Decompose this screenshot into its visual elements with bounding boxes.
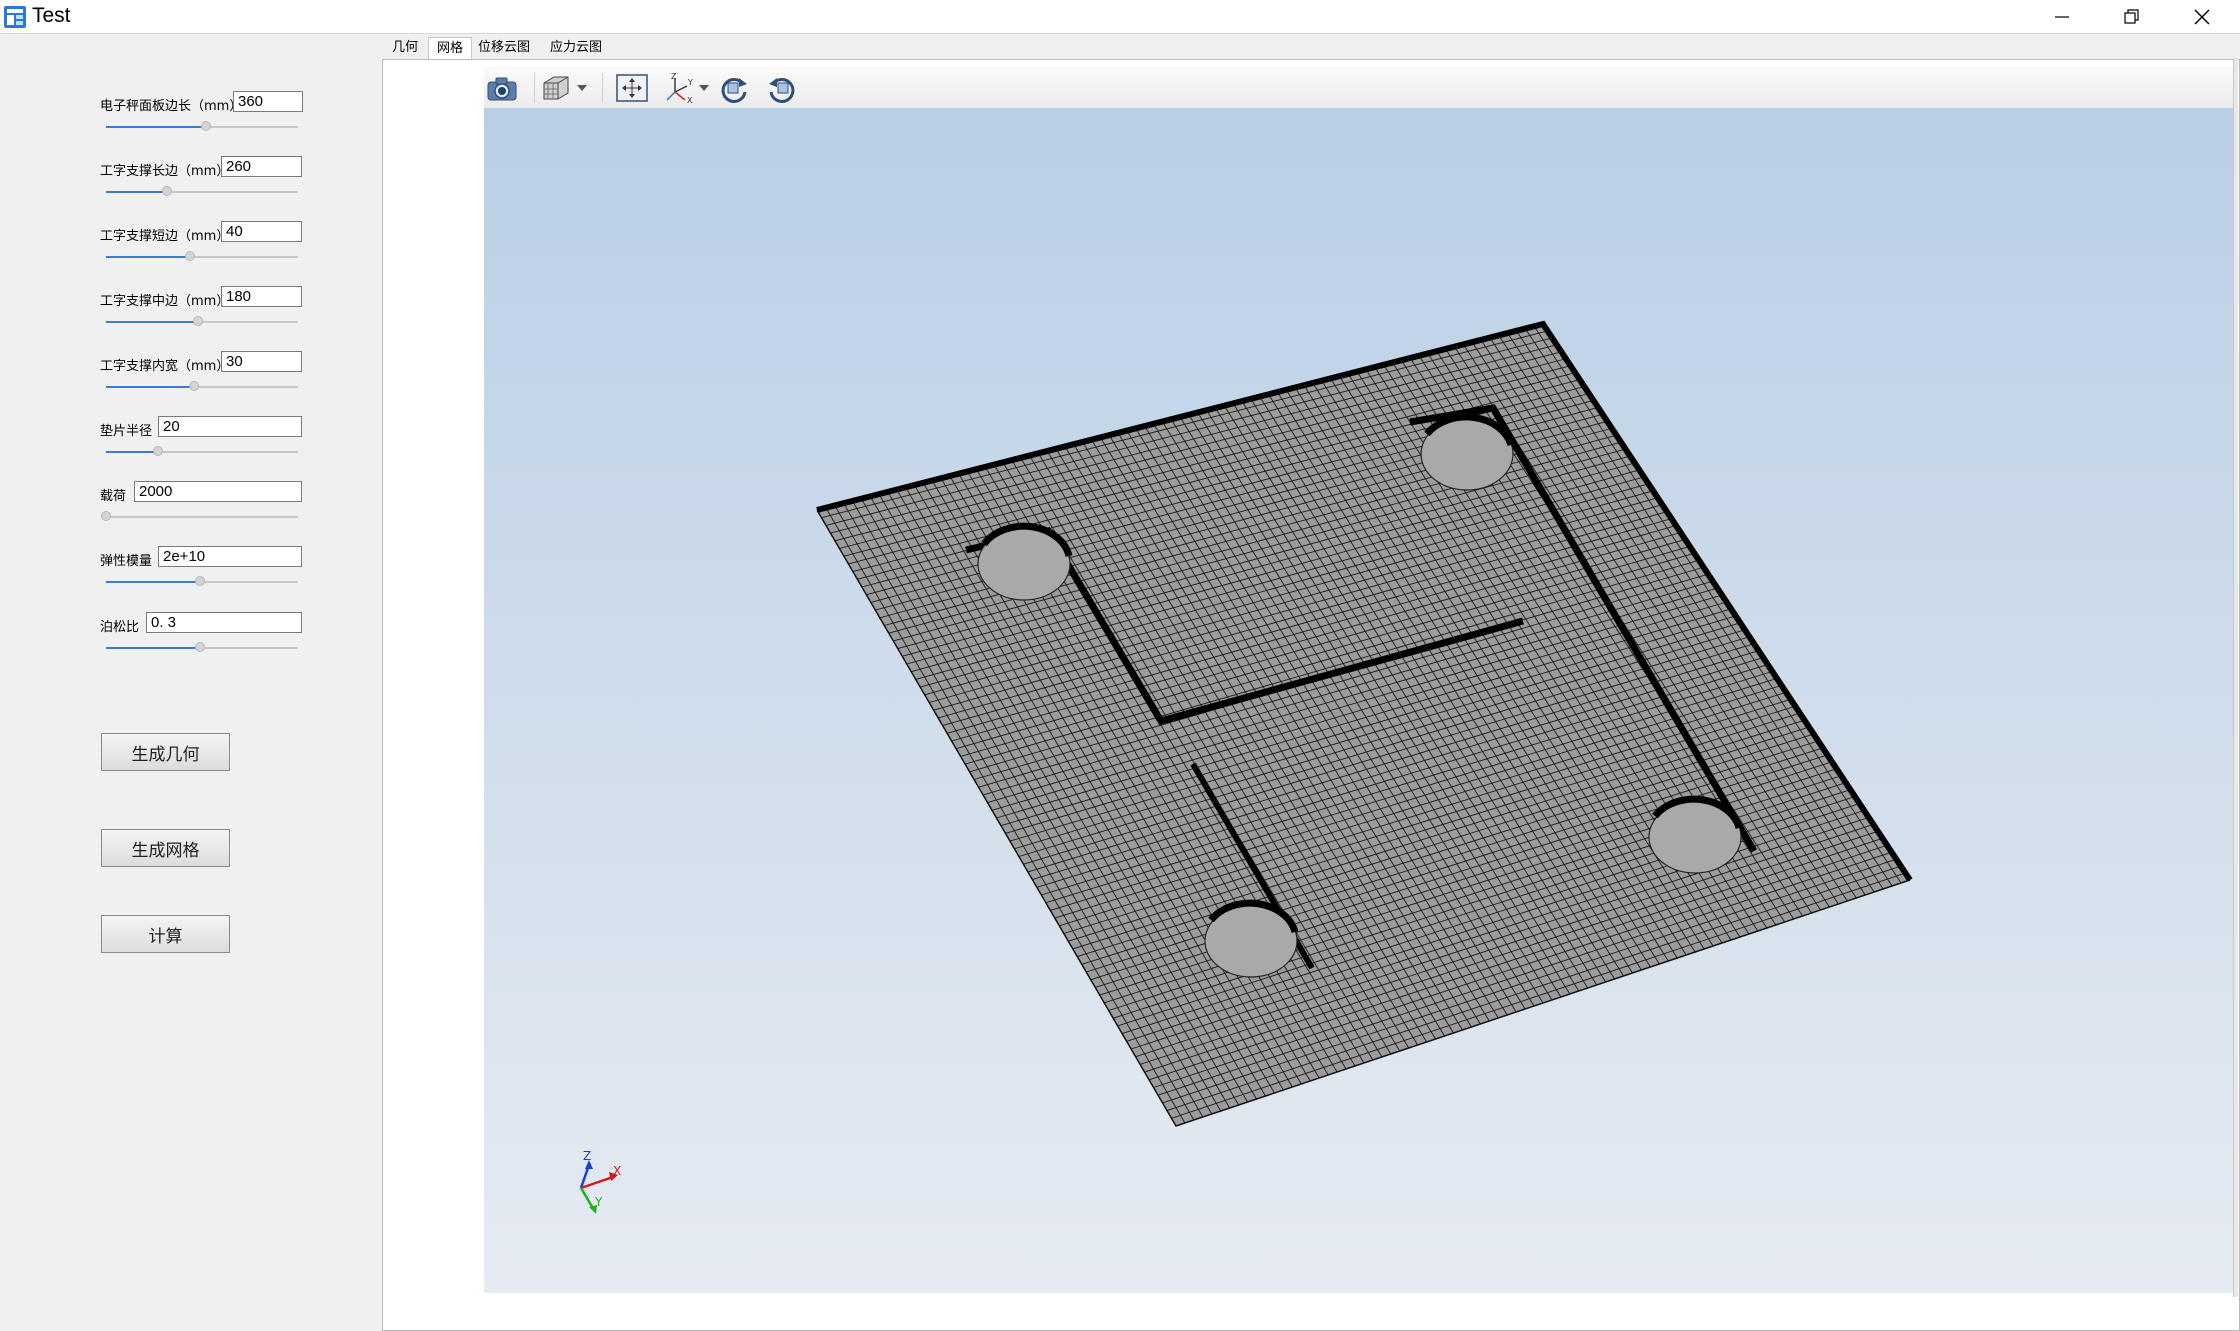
parameter-panel: 电子秤面板边长（mm） 工字支撑长边（mm） 工字支撑短边（mm） 工字支撑中边… [0,34,382,1331]
param-pad-radius: 垫片半径 [100,416,305,458]
slider-thumb[interactable] [195,576,206,586]
rotate-ccw-icon [769,77,795,103]
middle-edge-input[interactable] [221,286,302,307]
param-label: 工字支撑内宽（mm） [100,359,230,374]
view-cube-icon [543,76,569,100]
param-label: 载荷 [100,489,127,504]
compute-button[interactable]: 计算 [101,915,230,953]
rotate-counterclockwise-button[interactable] [764,72,800,104]
param-label: 工字支撑中边（mm） [100,294,230,309]
axes-icon: Z Y X [666,72,693,104]
rotate-clockwise-button[interactable] [716,72,752,104]
chevron-down-icon [699,85,709,91]
title-bar: Test [0,0,2240,33]
slider-thumb[interactable] [200,121,211,131]
param-load: 载荷 [100,481,305,523]
load-input[interactable] [134,481,302,502]
view-cube-button[interactable] [540,72,576,104]
param-label: 工字支撑长边（mm） [100,164,230,179]
tab-displacement-contour[interactable]: 位移云图 [474,37,534,59]
window-title: Test [32,4,71,27]
chevron-down-icon [577,85,587,91]
param-short-edge: 工字支撑短边（mm） [100,221,305,263]
load-slider[interactable] [101,511,298,523]
middle-edge-slider[interactable] [106,316,298,328]
slider-thumb[interactable] [162,186,173,196]
slider-thumb[interactable] [195,642,206,652]
slider-thumb[interactable] [101,511,111,521]
generate-geometry-button[interactable]: 生成几何 [101,733,230,771]
minimize-button[interactable] [2027,0,2097,33]
pad-bottom-left [1204,899,1299,978]
app-icon [3,5,27,29]
close-button[interactable] [2167,0,2237,33]
slider-thumb[interactable] [193,316,204,326]
slider-thumb[interactable] [152,446,163,456]
param-label: 泊松比 [100,620,140,635]
plate-surface [817,324,1910,1126]
restore-button[interactable] [2097,0,2167,33]
elastic-modulus-input[interactable] [158,546,302,567]
param-inner-width: 工字支撑内宽（mm） [100,351,305,393]
param-label: 电子秤面板边长（mm） [100,99,243,114]
param-poisson-ratio: 泊松比 [100,612,305,654]
param-middle-edge: 工字支撑中边（mm） [100,286,305,328]
fit-view-icon [616,74,648,102]
poisson-ratio-slider[interactable] [106,642,298,654]
slider-thumb[interactable] [185,251,196,261]
short-edge-slider[interactable] [106,251,298,263]
viewer-toolbar: Z Y X [484,67,2236,109]
generate-mesh-button[interactable]: 生成网格 [101,829,230,867]
axis-label-x: X [613,1164,621,1178]
axes-view-button[interactable]: Z Y X [662,72,698,104]
short-edge-input[interactable] [221,221,302,242]
axes-view-dropdown[interactable] [696,72,712,104]
inner-width-slider[interactable] [106,381,298,393]
tab-stress-contour[interactable]: 应力云图 [546,37,606,59]
param-panel-size: 电子秤面板边长（mm） [100,91,305,133]
axes-triad: Z X Y [579,1149,621,1214]
inner-width-input[interactable] [221,351,302,372]
param-label: 弹性模量 [100,554,153,569]
panel-size-slider[interactable] [106,121,298,133]
screenshot-button[interactable] [484,72,520,104]
tab-mesh[interactable]: 网格 [428,37,472,59]
mesh-model: Z X Y [579,320,1913,1214]
close-icon [2194,9,2210,24]
pad-radius-slider[interactable] [106,446,298,458]
elastic-modulus-slider[interactable] [106,576,298,588]
slider-thumb[interactable] [189,381,200,391]
viewer-3d: Z Y X Z X Y [484,67,2236,1293]
rotate-cw-icon [721,77,747,103]
panel-size-input[interactable] [233,91,303,112]
long-edge-slider[interactable] [106,186,298,198]
restore-icon [2124,8,2139,24]
pad-top-left [977,522,1073,601]
param-label: 垫片半径 [100,424,153,439]
minimize-icon [2055,15,2069,18]
pad-bottom-right [1648,795,1743,874]
param-elastic-modulus: 弹性模量 [100,546,305,588]
axis-label-y: Y [594,1195,603,1209]
fit-view-button[interactable] [614,72,650,104]
svg-text:X: X [687,96,693,104]
svg-text:Y: Y [687,78,693,87]
param-label: 工字支撑短边（mm） [100,229,230,244]
mesh-viewport[interactable]: Z X Y [484,108,2236,1293]
svg-text:Z: Z [671,72,677,81]
poisson-ratio-input[interactable] [146,612,302,633]
pad-radius-input[interactable] [158,416,302,437]
pad-top-right [1420,413,1515,491]
camera-icon [487,77,517,101]
view-cube-dropdown[interactable] [574,72,590,104]
window-right-edge [2233,58,2238,1297]
long-edge-input[interactable] [221,156,302,177]
param-long-edge: 工字支撑长边（mm） [100,156,305,198]
tab-geometry[interactable]: 几何 [382,37,428,59]
axis-label-z: Z [583,1149,591,1163]
